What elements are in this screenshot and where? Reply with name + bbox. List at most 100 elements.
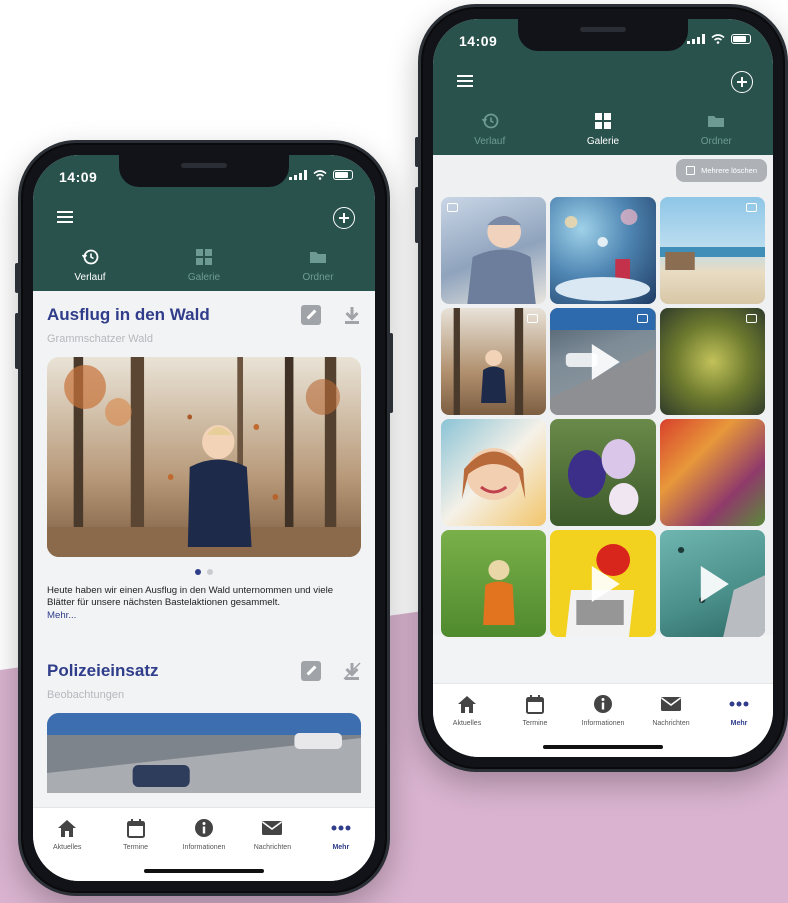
nav-label: Informationen xyxy=(581,720,625,727)
multi-image-icon xyxy=(746,203,757,212)
nav-label: Termine xyxy=(123,844,149,851)
tab-label: Galerie xyxy=(187,271,221,283)
multi-image-icon xyxy=(746,314,757,323)
wifi-icon xyxy=(313,170,327,180)
post-subtitle: Beobachtungen xyxy=(47,689,125,701)
history-icon xyxy=(81,249,99,264)
nav-label: Mehr xyxy=(332,844,350,851)
gallery: Mehrere löschen xyxy=(433,155,773,637)
play-icon xyxy=(591,343,620,380)
right-phone: 14:09 Verlauf Galerie Ordner Mehrere lös… xyxy=(415,4,788,772)
download-icon[interactable] xyxy=(343,305,361,325)
multi-delete-label: Mehrere löschen xyxy=(701,166,757,175)
more-icon xyxy=(729,701,749,707)
post-card: Polizeieinsatz Beobachtungen xyxy=(33,621,375,793)
download-off-icon[interactable] xyxy=(343,661,361,681)
gallery-tile[interactable] xyxy=(550,308,656,415)
menu-icon[interactable] xyxy=(457,75,473,87)
tab-verlauf[interactable]: Verlauf xyxy=(33,239,147,291)
left-phone: 14:09 Verlauf Galerie Ordner Ausflug in … xyxy=(15,140,393,896)
left-screen: 14:09 Verlauf Galerie Ordner Ausflug in … xyxy=(33,155,375,881)
status-time: 14:09 xyxy=(459,33,498,49)
tab-bar: Verlauf Galerie Ordner xyxy=(433,103,773,155)
gallery-tile[interactable] xyxy=(550,419,656,526)
status-time: 14:09 xyxy=(59,169,98,185)
post-photo[interactable] xyxy=(47,713,361,793)
lock-icon xyxy=(447,203,458,212)
mail-icon xyxy=(661,697,681,711)
gallery-tile[interactable] xyxy=(441,530,547,637)
tab-label: Verlauf xyxy=(74,271,106,283)
post-photo[interactable] xyxy=(47,357,361,557)
tab-label: Verlauf xyxy=(474,135,506,147)
tab-ordner[interactable]: Ordner xyxy=(660,103,773,155)
home-indicator xyxy=(144,869,264,873)
gallery-tile[interactable] xyxy=(659,308,765,415)
more-link[interactable]: Mehr... xyxy=(47,610,361,621)
info-icon xyxy=(594,695,612,713)
gallery-tile[interactable] xyxy=(441,197,547,304)
nav-aktuelles[interactable]: Aktuelles xyxy=(433,694,501,757)
tab-bar: Verlauf Galerie Ordner xyxy=(33,239,375,291)
menu-icon[interactable] xyxy=(57,211,73,223)
signal-icon xyxy=(687,34,705,44)
tab-label: Galerie xyxy=(586,135,620,147)
info-icon xyxy=(195,819,214,837)
calendar-icon xyxy=(526,695,544,714)
post-card: Ausflug in den Wald Grammschatzer Wald H… xyxy=(33,291,375,621)
gallery-tile[interactable] xyxy=(550,530,656,637)
grid-icon xyxy=(196,248,212,265)
edit-icon[interactable] xyxy=(301,661,321,681)
folder-icon xyxy=(310,251,326,263)
gallery-tile[interactable] xyxy=(659,419,765,526)
nav-label: Termine xyxy=(522,720,548,727)
edit-icon[interactable] xyxy=(301,305,321,325)
tab-galerie[interactable]: Galerie xyxy=(147,239,261,291)
folder-icon xyxy=(708,115,725,127)
tab-galerie[interactable]: Galerie xyxy=(546,103,659,155)
post-title: Polizeieinsatz xyxy=(47,661,159,680)
post-text: Heute haben wir einen Ausflug in den Wal… xyxy=(47,585,334,608)
carousel-dots[interactable] xyxy=(47,569,361,575)
history-icon xyxy=(481,113,499,128)
tab-ordner[interactable]: Ordner xyxy=(261,239,375,291)
gallery-tile[interactable] xyxy=(659,530,765,637)
mail-icon xyxy=(262,821,283,835)
nav-label: Mehr xyxy=(730,720,748,727)
nav-mehr[interactable]: Mehr xyxy=(705,694,773,757)
multi-image-icon xyxy=(527,314,539,323)
home-icon xyxy=(458,696,476,713)
play-icon xyxy=(701,565,730,602)
photo-grid xyxy=(441,197,765,637)
battery-icon xyxy=(731,34,751,44)
tab-label: Ordner xyxy=(700,135,732,147)
post-subtitle: Grammschatzer Wald xyxy=(47,333,153,345)
signal-icon xyxy=(289,170,307,180)
grid-icon xyxy=(594,112,611,129)
nav-label: Informationen xyxy=(182,844,226,851)
nav-label: Aktuelles xyxy=(53,844,82,851)
nav-label: Nachrichten xyxy=(253,844,292,851)
play-icon xyxy=(591,565,620,602)
more-icon xyxy=(331,825,351,831)
tab-verlauf[interactable]: Verlauf xyxy=(433,103,546,155)
battery-icon xyxy=(333,170,353,180)
nav-label: Nachrichten xyxy=(652,720,690,727)
nav-aktuelles[interactable]: Aktuelles xyxy=(33,818,101,881)
calendar-icon xyxy=(126,819,145,838)
gallery-tile[interactable] xyxy=(441,308,547,415)
multi-delete-button[interactable]: Mehrere löschen xyxy=(676,159,767,182)
post-title: Ausflug in den Wald xyxy=(47,305,210,324)
add-button[interactable] xyxy=(731,71,753,93)
add-button[interactable] xyxy=(333,207,355,229)
multi-image-icon xyxy=(636,314,648,323)
nav-label: Aktuelles xyxy=(452,720,482,727)
home-icon xyxy=(58,820,77,837)
gallery-tile[interactable] xyxy=(659,197,765,304)
gallery-tile[interactable] xyxy=(550,197,656,304)
right-screen: 14:09 Verlauf Galerie Ordner Mehrere lös… xyxy=(433,19,773,757)
gallery-tile[interactable] xyxy=(441,419,547,526)
nav-mehr[interactable]: Mehr xyxy=(307,818,375,881)
checkbox-icon xyxy=(686,166,696,175)
tab-label: Ordner xyxy=(302,271,334,283)
